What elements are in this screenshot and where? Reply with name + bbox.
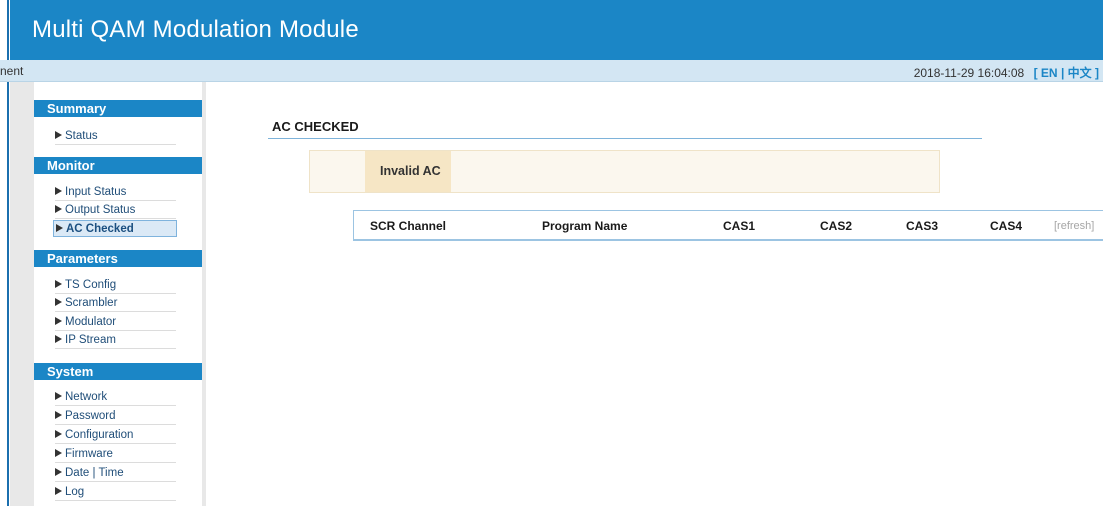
triangle-right-icon [55, 430, 62, 438]
sidebar-item-label: Date | Time [65, 467, 124, 479]
triangle-right-icon [55, 298, 62, 306]
triangle-right-icon [55, 205, 62, 213]
triangle-right-icon [55, 411, 62, 419]
sidebar-item-scrambler[interactable]: Scrambler [55, 295, 176, 312]
triangle-right-icon [55, 468, 62, 476]
datetime: 2018-11-29 16:04:08 [913, 66, 1025, 80]
sidebar-item-label: Output Status [65, 204, 136, 216]
column-header-cas2: CAS2 [820, 219, 853, 233]
sidebar-section-summary: Summary [34, 100, 202, 117]
sidebar-item-label: Network [65, 391, 108, 403]
app-header: Multi QAM Modulation Module [10, 0, 1103, 60]
sidebar-item-label: IP Stream [65, 334, 116, 346]
sidebar-item-label: Log [65, 486, 85, 498]
main-content: AC CHECKED Invalid AC SCR Channel Progra… [206, 82, 1103, 506]
status-bar: nent 2018-11-29 16:04:08 [ EN | 中文 ] [0, 60, 1103, 82]
page-title: AC CHECKED [272, 119, 359, 134]
sidebar-item-label: Configuration [65, 429, 134, 441]
sidebar-section-system: System [34, 363, 202, 380]
sidebar-item-label: Status [65, 130, 98, 142]
column-header-program-name: Program Name [542, 219, 628, 233]
ac-status-panel: Invalid AC [309, 150, 940, 193]
triangle-right-icon [55, 449, 62, 457]
lang-separator: | [1060, 66, 1065, 80]
sidebar-item-output-status[interactable]: Output Status [55, 202, 176, 219]
triangle-right-icon [55, 317, 62, 325]
ac-status-badge: Invalid AC [365, 151, 451, 192]
lang-en-link[interactable]: EN [1041, 66, 1058, 80]
sidebar-item-configuration[interactable]: Configuration [55, 427, 176, 444]
sidebar-item-modulator[interactable]: Modulator [55, 314, 176, 331]
triangle-right-icon [56, 224, 63, 232]
triangle-right-icon [55, 335, 62, 343]
sidebar-section-monitor: Monitor [34, 157, 202, 174]
breadcrumb: nent [0, 64, 24, 78]
sidebar-item-label: Password [65, 410, 116, 422]
sidebar-item-label: TS Config [65, 279, 117, 291]
app-title: Multi QAM Modulation Module [32, 16, 359, 43]
sidebar-item-log[interactable]: Log [55, 484, 176, 501]
status-right: 2018-11-29 16:04:08 [ EN | 中文 ] [914, 64, 1099, 81]
column-header-scr-channel: SCR Channel [370, 219, 447, 233]
language-switcher: [ EN | 中文 ] [1034, 66, 1099, 80]
triangle-right-icon [55, 131, 62, 139]
column-header-cas4: CAS4 [990, 219, 1023, 233]
sidebar-item-firmware[interactable]: Firmware [55, 446, 176, 463]
sidebar-item-label: Firmware [65, 448, 113, 460]
sidebar-item-label: Input Status [65, 186, 127, 198]
triangle-right-icon [55, 187, 62, 195]
sidebar-item-status[interactable]: Status [55, 128, 176, 145]
triangle-right-icon [55, 280, 62, 288]
sidebar-item-password[interactable]: Password [55, 408, 176, 425]
title-divider [268, 138, 982, 139]
lang-zh-link[interactable]: 中文 [1068, 66, 1092, 80]
triangle-right-icon [55, 487, 62, 495]
sidebar-item-label: Modulator [65, 316, 117, 328]
sidebar-menu: Summary Status Monitor Input Status Outp… [34, 82, 202, 506]
sidebar-item-date-time[interactable]: Date | Time [55, 465, 176, 482]
refresh-link[interactable]: [refresh] [1054, 220, 1094, 232]
sidebar-item-label: AC Checked [66, 223, 134, 235]
sidebar: Summary Status Monitor Input Status Outp… [10, 82, 206, 506]
column-header-cas3: CAS3 [906, 219, 939, 233]
lang-bracket-open: [ [1033, 66, 1038, 80]
sidebar-item-label: Scrambler [65, 297, 118, 309]
triangle-right-icon [55, 392, 62, 400]
sidebar-section-parameters: Parameters [34, 250, 202, 267]
column-header-cas1: CAS1 [723, 219, 756, 233]
sidebar-item-input-status[interactable]: Input Status [55, 184, 176, 201]
lang-bracket-close: ] [1095, 66, 1099, 80]
sidebar-item-network[interactable]: Network [55, 389, 176, 406]
cas-table-header: SCR Channel Program Name CAS1 CAS2 CAS3 … [353, 210, 1103, 241]
sidebar-item-ip-stream[interactable]: IP Stream [55, 332, 176, 349]
sidebar-item-ts-config[interactable]: TS Config [55, 277, 176, 294]
sidebar-item-ac-checked[interactable]: AC Checked [53, 220, 177, 237]
